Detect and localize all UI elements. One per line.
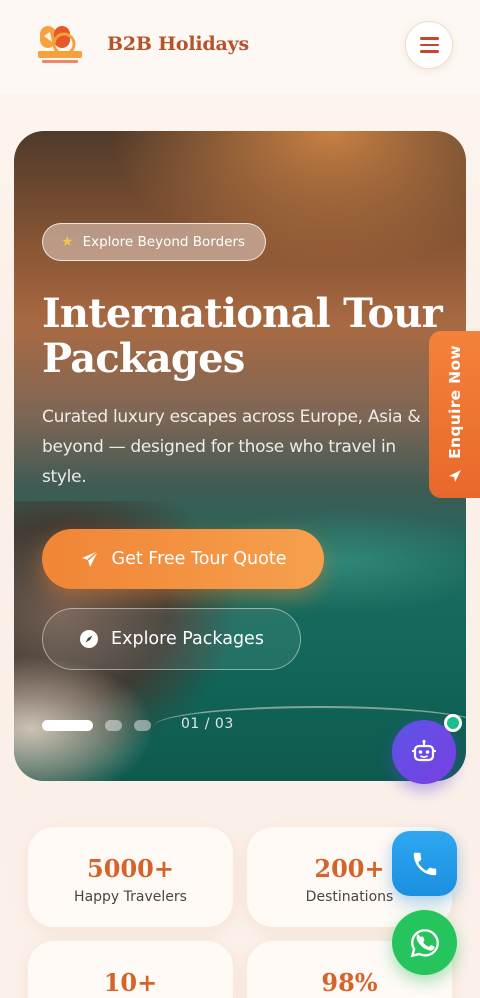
compass-icon bbox=[80, 630, 99, 648]
hero-slider[interactable]: ★ Explore Beyond Borders International T… bbox=[14, 131, 466, 781]
get-quote-button[interactable]: Get Free Tour Quote bbox=[42, 529, 324, 589]
enquire-now-tab[interactable]: Enquire Now bbox=[429, 331, 480, 498]
brand-name[interactable]: B2B Holidays bbox=[107, 33, 249, 55]
stat-value: 10+ bbox=[103, 968, 158, 997]
slider-dot-1[interactable] bbox=[42, 720, 93, 731]
hero-badge: ★ Explore Beyond Borders bbox=[42, 223, 267, 261]
explore-packages-label: Explore Packages bbox=[111, 629, 264, 649]
site-header: B2B Holidays bbox=[0, 0, 480, 94]
send-icon bbox=[81, 550, 99, 567]
stat-card-travelers: 5000+ Happy Travelers bbox=[28, 827, 233, 927]
slider-pagination bbox=[42, 720, 151, 731]
hero-subtitle: Curated luxury escapes across Europe, As… bbox=[42, 407, 421, 487]
phone-icon bbox=[413, 852, 436, 875]
brand-logo[interactable] bbox=[34, 22, 86, 68]
menu-icon bbox=[419, 37, 439, 40]
paper-plane-icon bbox=[448, 470, 461, 483]
stat-value: 5000+ bbox=[87, 854, 174, 883]
slider-dot-3[interactable] bbox=[134, 720, 151, 731]
hero-title: International Tour Packages bbox=[42, 290, 443, 382]
stat-card-years: 10+ bbox=[28, 941, 233, 998]
robot-icon bbox=[412, 739, 436, 762]
logo-mark bbox=[38, 26, 82, 63]
call-button[interactable] bbox=[392, 831, 457, 896]
whatsapp-button[interactable] bbox=[392, 910, 457, 975]
enquire-now-label: Enquire Now bbox=[445, 344, 464, 459]
get-quote-label: Get Free Tour Quote bbox=[111, 549, 287, 569]
menu-button[interactable] bbox=[405, 21, 453, 69]
stat-label: Happy Travelers bbox=[74, 889, 187, 905]
slide-counter: 01 / 03 bbox=[181, 716, 234, 732]
slider-dot-2[interactable] bbox=[105, 720, 122, 731]
star-icon: ★ bbox=[61, 234, 74, 250]
online-indicator bbox=[444, 714, 462, 732]
explore-packages-button[interactable]: Explore Packages bbox=[42, 608, 301, 670]
whatsapp-icon bbox=[410, 928, 439, 957]
hero-badge-label: Explore Beyond Borders bbox=[82, 234, 246, 250]
